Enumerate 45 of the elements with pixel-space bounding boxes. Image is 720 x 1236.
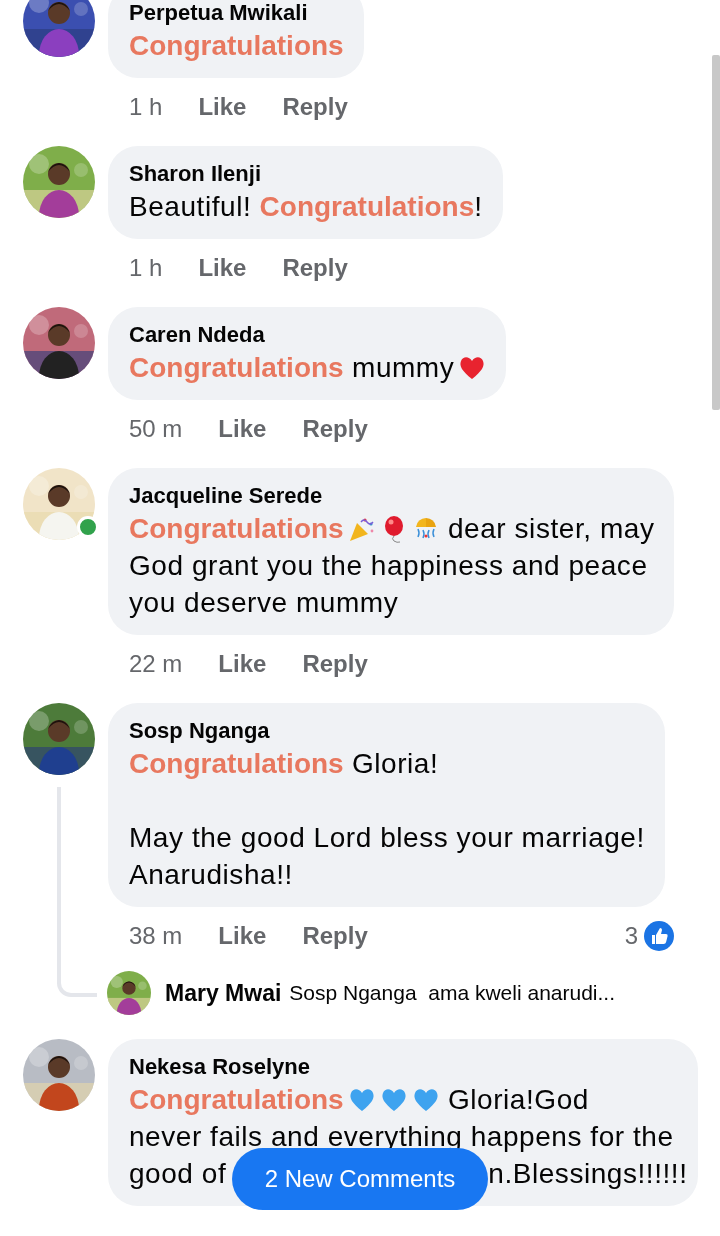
like-icon [644,921,674,951]
like-link[interactable]: Like [198,89,247,125]
scrollbar[interactable] [712,55,720,410]
comment-text: Gloria! [351,747,439,781]
comment-time: 1 h [129,92,163,122]
comment-time: 50 m [129,414,183,444]
reply-link[interactable]: Reply [302,411,368,447]
comment-text: May the good Lord bless your marriage! [129,821,645,855]
reply-link[interactable]: Reply [282,250,348,286]
author-name[interactable]: Jacqueline Serede [129,482,323,510]
like-link[interactable]: Like [218,411,267,447]
comment-text: you deserve mummy [129,586,399,620]
reaction-count[interactable]: 3 [624,918,638,954]
author-name[interactable]: Mary Mwai [165,975,282,1011]
comment-text: God grant you the happiness and peace [129,549,648,583]
comment-time: 22 m [129,649,183,679]
reply-link[interactable]: Reply [302,646,368,682]
highlighted-word: Congratulations [129,747,344,781]
highlighted-word: Congratulations [129,512,344,546]
comment-text: Beautiful! [129,190,253,224]
comment-text: mummy [351,351,455,385]
comment-text: ! [474,190,483,224]
new-comments-button[interactable]: 2 New Comments [232,1148,488,1210]
reply-link[interactable]: Reply [302,918,368,954]
highlighted-word: Congratulations [129,1083,344,1117]
reply-preview-text[interactable]: Sosp Nganga ama kweli anarudi... [289,977,615,1009]
like-link[interactable]: Like [218,646,267,682]
highlighted-word: Congratulations [129,351,344,385]
author-name[interactable]: Perpetua Mwikali [129,0,308,27]
comment-text: Anarudisha!! [129,858,293,892]
author-name[interactable]: Sosp Nganga [129,717,270,745]
reply-link[interactable]: Reply [282,89,348,125]
author-name[interactable]: Caren Ndeda [129,321,265,349]
highlighted-word: Congratulations [129,29,344,63]
comment-time: 1 h [129,253,163,283]
highlighted-word: Congratulations [259,190,475,224]
comment-text: dear sister, may [447,512,655,546]
like-link[interactable]: Like [198,250,247,286]
like-link[interactable]: Like [218,918,267,954]
author-name[interactable]: Nekesa Roselyne [129,1053,310,1081]
comment-text: good of [129,1157,227,1191]
comment-text: n.Blessings!!!!!! [488,1157,688,1191]
comment-time: 38 m [129,921,183,951]
author-name[interactable]: Sharon Ilenji [129,160,262,188]
comment-text: Gloria!God [447,1083,589,1117]
